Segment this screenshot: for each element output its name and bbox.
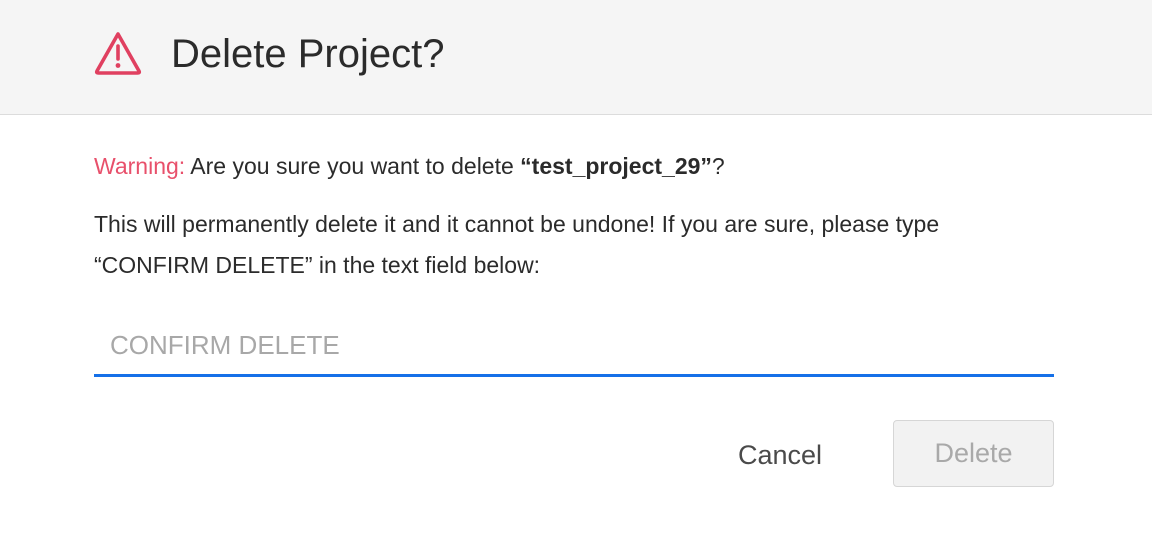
project-name: “test_project_29”	[520, 153, 712, 179]
delete-project-dialog: Delete Project? Warning: Are you sure yo…	[0, 0, 1152, 558]
confirm-delete-input[interactable]	[94, 316, 1054, 377]
warning-text-end: ?	[711, 153, 725, 179]
dialog-title: Delete Project?	[171, 32, 445, 76]
warning-message: Warning: Are you sure you want to delete…	[94, 150, 725, 182]
warning-text: Are you sure you want to delete	[185, 153, 521, 179]
warning-triangle-icon	[93, 30, 143, 76]
warning-label: Warning:	[94, 153, 186, 179]
confirm-instructions: This will permanently delete it and it c…	[94, 211, 940, 278]
delete-button[interactable]: Delete	[893, 420, 1054, 487]
cancel-button[interactable]: Cancel	[712, 424, 848, 486]
dialog-header: Delete Project?	[0, 0, 1152, 115]
